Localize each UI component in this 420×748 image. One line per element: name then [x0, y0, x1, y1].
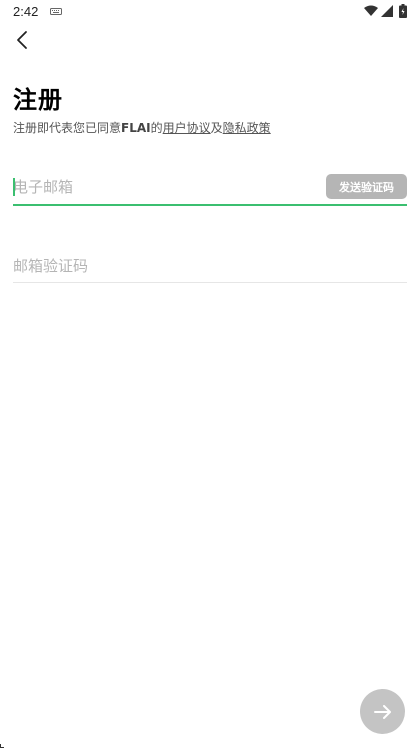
- verification-code-input[interactable]: [13, 250, 407, 282]
- wifi-icon: [364, 5, 378, 16]
- user-agreement-link[interactable]: 用户协议: [163, 121, 211, 135]
- text-cursor: [13, 178, 15, 196]
- agreement-connector: 的: [150, 121, 163, 135]
- arrow-right-icon: [373, 704, 391, 719]
- keyboard-icon: [50, 8, 62, 15]
- and-text: 及: [210, 121, 223, 135]
- signal-icon: [381, 5, 393, 17]
- battery-icon: [399, 4, 407, 18]
- code-field-row: [13, 250, 407, 283]
- send-code-button[interactable]: 发送验证码: [326, 174, 407, 199]
- brand-name: FLAI: [121, 121, 151, 135]
- email-input[interactable]: [13, 170, 313, 204]
- privacy-policy-link[interactable]: 隐私政策: [223, 121, 271, 135]
- back-button[interactable]: [8, 26, 36, 54]
- chevron-left-icon: [17, 31, 27, 49]
- corner-mark: [0, 744, 4, 748]
- next-button[interactable]: [360, 689, 405, 734]
- agreement-prefix: 注册即代表您已同意: [13, 121, 122, 135]
- email-field-row: 发送验证码: [13, 170, 407, 206]
- register-screen: 2:42 注册 注册即代表您已同意FLAI的用户协议及隐私政策 电子邮箱 发送验…: [0, 0, 420, 748]
- status-bar: 2:42: [0, 0, 420, 24]
- agreement-text: 注册即代表您已同意FLAI的用户协议及隐私政策: [13, 119, 271, 136]
- status-time: 2:42: [13, 4, 39, 19]
- page-title: 注册: [13, 86, 63, 114]
